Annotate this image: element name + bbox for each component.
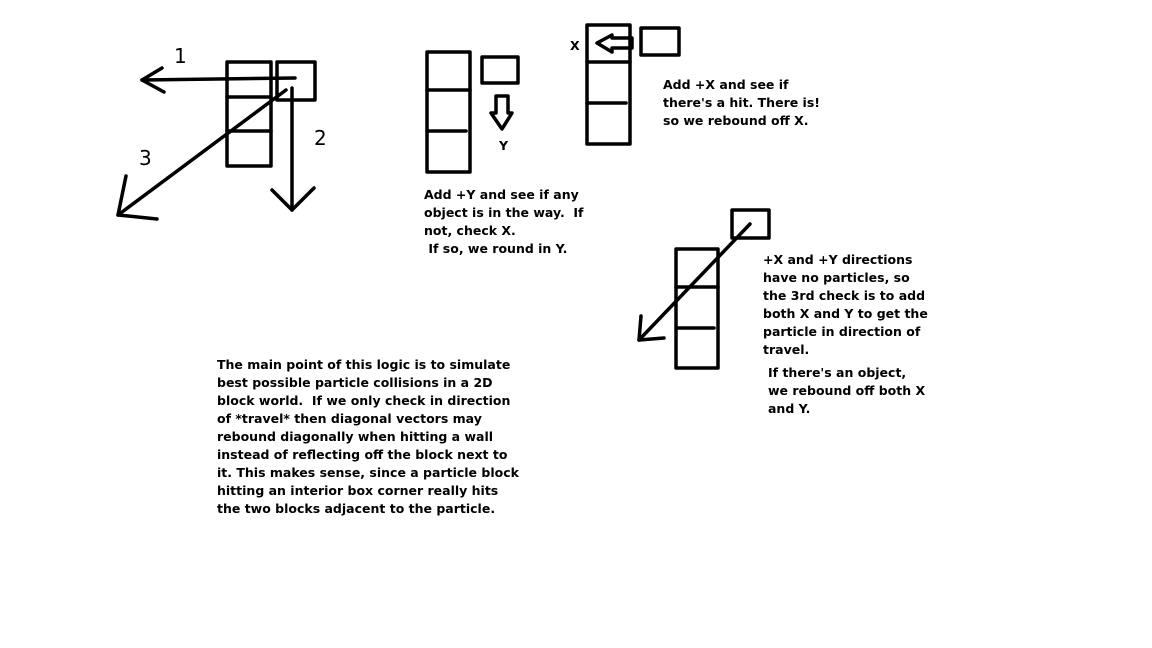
particle-block bbox=[639, 26, 681, 57]
x-check-note: Add +X and see if there's a hit. There i… bbox=[663, 77, 820, 128]
arrow-1-label: 1 bbox=[174, 44, 187, 68]
arrow-2-label: 2 bbox=[314, 126, 327, 150]
wall-column bbox=[585, 23, 632, 146]
wall-column bbox=[425, 50, 472, 174]
x-axis-label: X bbox=[570, 38, 580, 53]
y-axis-label: Y bbox=[499, 138, 509, 153]
y-check-note: Add +Y and see if any object is in the w… bbox=[424, 187, 584, 256]
diagonal-result-note: If there's an object, we rebound off bot… bbox=[768, 365, 926, 416]
diagonal-check-note: +X and +Y directions have no particles, … bbox=[763, 252, 928, 357]
wall-column bbox=[674, 247, 720, 370]
diagram-canvas bbox=[116, 23, 771, 370]
left-arrow-icon bbox=[595, 33, 634, 54]
arrow-3-label: 3 bbox=[139, 146, 152, 170]
particle-block bbox=[480, 55, 520, 85]
y-check-figure bbox=[425, 50, 520, 174]
diagonal-arrow-shaft bbox=[637, 222, 752, 342]
down-arrow-icon bbox=[489, 94, 514, 131]
arrow-1-shaft bbox=[140, 76, 297, 82]
diagonal-check-figure bbox=[637, 208, 771, 370]
main-point-note: The main point of this logic is to simul… bbox=[217, 357, 519, 516]
overview-figure bbox=[116, 60, 317, 221]
